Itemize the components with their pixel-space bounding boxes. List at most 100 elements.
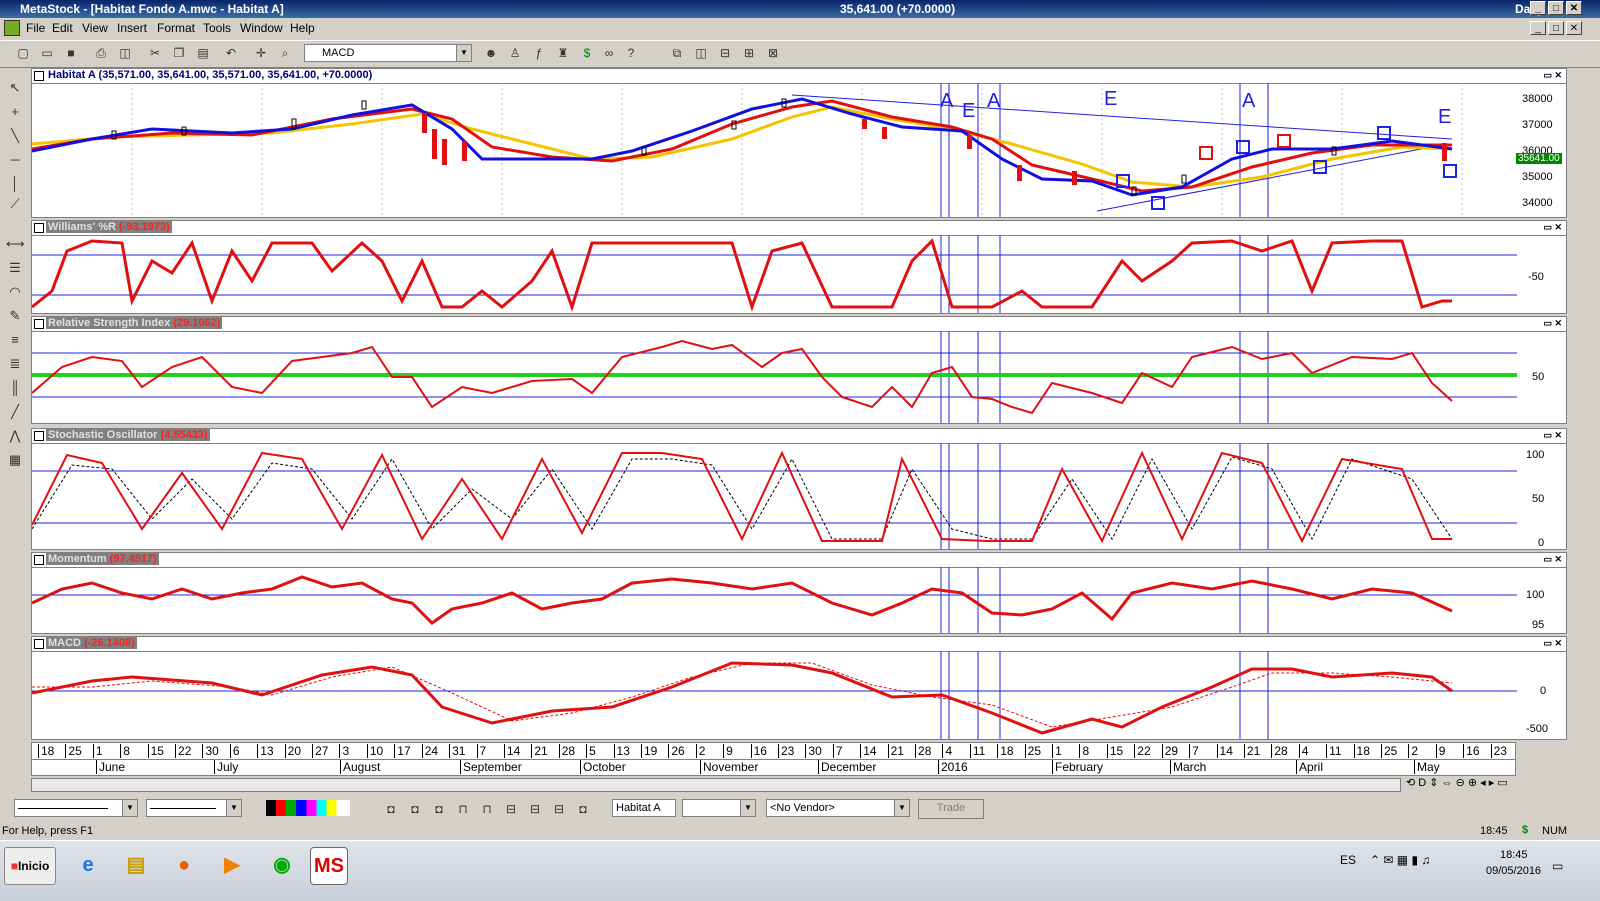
x-tick-day: 5 (586, 744, 596, 758)
style-icon[interactable]: ⊓ (454, 800, 472, 818)
menu-help[interactable]: Help (290, 21, 315, 35)
layout-icon[interactable]: ⊠ (764, 44, 782, 62)
metastock-taskbar-icon[interactable]: MS (310, 847, 348, 885)
menu-edit[interactable]: Edit (52, 21, 73, 35)
horizontal-scrollbar[interactable] (31, 778, 1401, 792)
print-preview-icon[interactable]: ◫ (116, 44, 134, 62)
tile-grid-icon[interactable]: ⊞ (740, 44, 758, 62)
pencil-icon[interactable]: ✎ (6, 308, 24, 326)
formula-icon[interactable]: ƒ (530, 44, 548, 62)
maximize-button[interactable]: □ (1548, 1, 1564, 15)
cascade-icon[interactable]: ⧉ (668, 44, 686, 62)
dollar-icon[interactable]: $ (578, 44, 596, 62)
trade-button[interactable]: Trade (918, 799, 984, 819)
vertical-line-icon[interactable]: │ (6, 176, 24, 194)
indicator-select[interactable]: MACD ▼ (304, 44, 472, 62)
macd-panel[interactable]: MACD (-26.1408) ▭ ✕ 0 -500 (31, 636, 1567, 740)
style-icon[interactable]: ⊟ (502, 800, 520, 818)
style-icon[interactable]: ◘ (406, 800, 424, 818)
style-icon[interactable]: ⊓ (478, 800, 496, 818)
binoculars-icon[interactable]: ∞ (600, 44, 618, 62)
cycle-icon[interactable]: ⟷ (6, 236, 25, 254)
fan-icon[interactable]: ⋀ (6, 428, 24, 446)
style-icon[interactable]: ◘ (382, 800, 400, 818)
trendline-icon[interactable]: ╲ (6, 128, 24, 146)
doc-restore-button[interactable]: □ (1548, 21, 1564, 35)
chevron-down-icon[interactable]: ▼ (456, 45, 471, 61)
chevron-down-icon[interactable]: ▼ (894, 800, 909, 816)
minimize-button[interactable]: _ (1530, 1, 1546, 15)
line-style-select[interactable]: ▼ (14, 799, 138, 817)
zoom-icon[interactable]: ⌕ (276, 44, 294, 62)
print-icon[interactable]: ⎙ (92, 44, 110, 62)
firefox-icon[interactable]: ● (166, 847, 202, 883)
momentum-panel[interactable]: Momentum (97.4517) ▭ ✕ 100 95 (31, 552, 1567, 634)
undo-icon[interactable]: ↶ (222, 44, 240, 62)
file-explorer-icon[interactable]: ▤ (118, 847, 154, 883)
style-icon[interactable]: ◘ (430, 800, 448, 818)
line-width-select[interactable]: ▼ (146, 799, 242, 817)
horizontal-line-icon[interactable]: ─ (6, 152, 24, 170)
retracement-icon[interactable]: ≣ (6, 356, 24, 374)
channel-icon[interactable]: ⟋ (6, 196, 24, 214)
stochastic-panel[interactable]: Stochastic Oscillator (4.55433) ▭ ✕ 100 5… (31, 428, 1567, 550)
media-player-icon[interactable]: ▶ (214, 847, 250, 883)
tile-horizontal-icon[interactable]: ⊟ (716, 44, 734, 62)
internet-explorer-icon[interactable]: e (70, 847, 106, 883)
arc-icon[interactable]: ◠ (6, 284, 24, 302)
menu-insert[interactable]: Insert (117, 21, 147, 35)
style-icon[interactable]: ◘ (574, 800, 592, 818)
williams-panel[interactable]: Williams' %R (-93.1973) ▭ ✕ -50 (31, 220, 1567, 314)
x-tick-day: 7 (832, 744, 843, 758)
menu-window[interactable]: Window (240, 21, 283, 35)
doc-close-button[interactable]: ✕ (1566, 21, 1582, 35)
security-field[interactable]: Habitat A (612, 799, 676, 817)
crosshair-icon[interactable]: ✛ (252, 44, 270, 62)
speed-lines-icon[interactable]: ≡ (6, 332, 24, 350)
period-select[interactable]: ▼ (682, 799, 756, 817)
style-icon[interactable]: ⊟ (526, 800, 544, 818)
color-palette[interactable] (266, 800, 350, 816)
open-icon[interactable]: ▭ (38, 44, 56, 62)
menu-format[interactable]: Format (157, 21, 195, 35)
paste-icon[interactable]: ▤ (194, 44, 212, 62)
ray-icon[interactable]: ╱ (6, 404, 24, 422)
cut-icon[interactable]: ✂ (146, 44, 164, 62)
x-tick-day: 4 (1298, 744, 1308, 758)
gann-icon[interactable]: ║ (6, 380, 24, 398)
chevron-down-icon[interactable]: ▼ (740, 800, 755, 816)
tile-vertical-icon[interactable]: ◫ (692, 44, 710, 62)
explorer-icon[interactable]: ♙ (506, 44, 524, 62)
start-button[interactable]: ■Inicio (4, 847, 56, 885)
cross-icon[interactable]: + (6, 104, 24, 122)
doc-minimize-button[interactable]: _ (1530, 21, 1546, 35)
copy-icon[interactable]: ❐ (170, 44, 188, 62)
menu-tools[interactable]: Tools (203, 21, 231, 35)
close-button[interactable]: ✕ (1566, 1, 1582, 15)
app-icon (4, 20, 20, 36)
expert-icon[interactable]: ☻ (482, 44, 500, 62)
pointer-icon[interactable]: ↖ (6, 80, 24, 98)
x-tick-month: July (214, 760, 238, 774)
pattern-icon[interactable]: ▦ (6, 452, 24, 470)
rsi-panel[interactable]: Relative Strength Index (29.1062) ▭ ✕ 50 (31, 316, 1567, 424)
price-panel[interactable]: Habitat A (35,571.00, 35,641.00, 35,571.… (31, 68, 1567, 218)
chrome-icon[interactable]: ◉ (264, 847, 300, 883)
help-pointer-icon[interactable]: ? (622, 44, 640, 62)
x-tick-month: May (1414, 760, 1440, 774)
system-tester-icon[interactable]: ♜ (554, 44, 572, 62)
menu-file[interactable]: File (26, 21, 45, 35)
language-indicator[interactable]: ES (1340, 853, 1356, 867)
x-tick-day: 27 (312, 744, 328, 758)
chevron-down-icon[interactable]: ▼ (122, 800, 137, 816)
show-desktop-icon[interactable]: ▭ (1552, 859, 1563, 873)
menu-view[interactable]: View (82, 21, 108, 35)
new-icon[interactable]: ▢ (14, 44, 32, 62)
vendor-select[interactable]: <No Vendor> ▼ (766, 799, 910, 817)
style-icon[interactable]: ⊟ (550, 800, 568, 818)
save-icon[interactable]: ■ (62, 44, 80, 62)
fibonacci-icon[interactable]: ☰ (6, 260, 24, 278)
tray-icons[interactable]: ⌃ ✉ ▦ ▮ ♫ (1370, 853, 1430, 867)
chevron-down-icon[interactable]: ▼ (226, 800, 241, 816)
scroll-controls[interactable]: ⟲ D ⇕ ⇔ ⊖ ⊕ ◂ ▸ ▭ (1406, 776, 1508, 789)
